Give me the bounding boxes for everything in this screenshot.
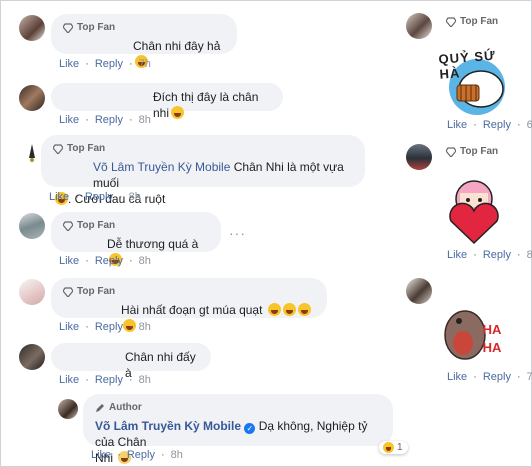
reply-text: Võ Lâm Truyền Kỳ Mobile ✓ Dạ không, Nghi… <box>95 419 368 449</box>
diamond-icon <box>63 221 73 231</box>
reply-bubble: Author Võ Lâm Truyền Kỳ Mobile ✓ Dạ khôn… <box>83 394 393 465</box>
diamond-icon <box>446 16 456 27</box>
heart-girl-icon <box>449 180 499 245</box>
avatar[interactable] <box>19 213 45 239</box>
ha-ha-sticker[interactable]: HA HA <box>439 301 511 367</box>
reply-button[interactable]: Reply <box>95 255 123 267</box>
comment-bubble: Đích thị đây là chân nhi <box>51 83 283 120</box>
avatar[interactable] <box>19 15 45 41</box>
comment-actions: Like· Reply· 7h <box>447 371 532 383</box>
timestamp[interactable]: 6h <box>527 119 532 131</box>
comment-actions: Like· Reply· 8h <box>59 255 151 267</box>
quy-su-ha-sticker[interactable]: QUỶ SỨ HÀ <box>437 45 517 117</box>
top-fan-badge: Top Fan <box>63 218 209 234</box>
more-options-icon[interactable]: ··· <box>229 225 246 241</box>
reply-button[interactable]: Reply <box>127 449 155 461</box>
top-fan-badge: Top Fan <box>53 141 353 157</box>
like-button[interactable]: Like <box>59 374 79 386</box>
diamond-icon <box>446 146 456 157</box>
like-button[interactable]: Like <box>59 255 79 267</box>
reaction-count[interactable]: 1 <box>379 441 408 454</box>
comment-bubble: Chân nhi đấy à <box>51 343 211 380</box>
reply-button[interactable]: Reply <box>95 114 123 126</box>
laughing-emoji-icon <box>282 303 296 316</box>
haha-reaction-icon <box>383 442 394 453</box>
reply-button[interactable]: Reply <box>483 119 511 131</box>
top-fan-badge: Top Fan <box>63 284 315 300</box>
timestamp[interactable]: 7h <box>527 371 532 383</box>
reply-button[interactable]: Reply <box>95 374 123 386</box>
badge-label: Top Fan <box>460 16 499 27</box>
timestamp[interactable]: 7h <box>139 58 151 70</box>
timestamp[interactable]: 8h <box>139 321 151 333</box>
avatar[interactable] <box>406 278 432 304</box>
avatar[interactable] <box>406 13 432 39</box>
pencil-icon <box>96 404 104 412</box>
author-badge: Author <box>95 400 381 416</box>
like-button[interactable]: Like <box>59 114 79 126</box>
avatar[interactable] <box>19 279 45 305</box>
laughing-emoji-icon <box>297 303 311 316</box>
comment-actions: Like· Reply· 8h <box>49 191 141 203</box>
like-button[interactable]: Like <box>59 321 79 333</box>
avatar[interactable] <box>406 144 432 170</box>
comment-bubble: Top Fan Hài nhất đoạn gt múa quạt <box>51 278 327 332</box>
comment-actions: Like· Reply· 8h <box>59 374 151 386</box>
comment-actions: Like· Reply· 8h <box>59 321 151 333</box>
diamond-icon <box>63 23 73 33</box>
avatar[interactable] <box>19 85 45 111</box>
avatar[interactable] <box>19 344 45 370</box>
badge-label: Top Fan <box>77 220 116 231</box>
badge-label: Top Fan <box>77 286 116 297</box>
like-button[interactable]: Like <box>447 249 467 261</box>
badge-label: Top Fan <box>77 22 116 33</box>
comment-text: Võ Lâm Truyền Kỳ Mobile Chân Nhi là một … <box>93 160 344 190</box>
reply-button[interactable]: Reply <box>95 321 123 333</box>
comment-actions: Like· Reply· 7h <box>59 58 151 70</box>
like-button[interactable]: Like <box>49 191 69 203</box>
reply-button[interactable]: Reply <box>483 371 511 383</box>
like-button[interactable]: Like <box>91 449 111 461</box>
diamond-icon <box>53 144 63 154</box>
comment-bubble: Top Fan Dễ thương quá à <box>51 212 221 270</box>
diamond-icon <box>63 287 73 297</box>
laughing-emoji-icon <box>267 303 281 316</box>
smiling-emoji-icon <box>171 106 185 119</box>
timestamp[interactable]: 8h <box>139 374 151 386</box>
page-avatar[interactable] <box>58 399 78 419</box>
like-button[interactable]: Like <box>447 371 467 383</box>
like-button[interactable]: Like <box>447 119 467 131</box>
badge-label: Top Fan <box>67 143 106 154</box>
reply-actions: Like · Reply · 8h <box>91 449 183 461</box>
author-name-link[interactable]: Võ Lâm Truyền Kỳ Mobile <box>95 419 241 433</box>
timestamp[interactable]: 8h <box>139 114 151 126</box>
sticker-caption: HA HA <box>482 322 502 355</box>
comment-bubble: Top Fan Chân nhi đây hả <box>51 14 237 68</box>
comment-actions: Like· Reply· 6h <box>447 119 532 131</box>
timestamp[interactable]: 8h <box>171 449 183 461</box>
top-fan-badge: Top Fan <box>446 146 498 157</box>
timestamp[interactable]: 8h <box>129 191 141 203</box>
verified-icon: ✓ <box>244 423 256 434</box>
top-fan-badge: Top Fan <box>63 20 225 36</box>
timestamp[interactable]: 8h <box>527 249 532 261</box>
heart-girl-sticker[interactable] <box>443 177 505 247</box>
timestamp[interactable]: 8h <box>139 255 151 267</box>
comment-bubble: Top Fan Võ Lâm Truyền Kỳ Mobile Chân Nhi… <box>41 135 365 206</box>
badge-label: Top Fan <box>460 146 499 157</box>
reply-button[interactable]: Reply <box>85 191 113 203</box>
sticker-caption: QUỶ SỨ HÀ <box>438 47 497 82</box>
comment-actions: Like· Reply· 8h <box>59 114 151 126</box>
like-button[interactable]: Like <box>59 58 79 70</box>
top-fan-badge: Top Fan <box>446 16 498 27</box>
comment-actions: Like· Reply· 8h <box>447 249 532 261</box>
reply-button[interactable]: Reply <box>483 249 511 261</box>
badge-label: Author <box>109 402 142 413</box>
reply-button[interactable]: Reply <box>95 58 123 70</box>
page-mention-link[interactable]: Võ Lâm Truyền Kỳ Mobile <box>93 160 230 174</box>
